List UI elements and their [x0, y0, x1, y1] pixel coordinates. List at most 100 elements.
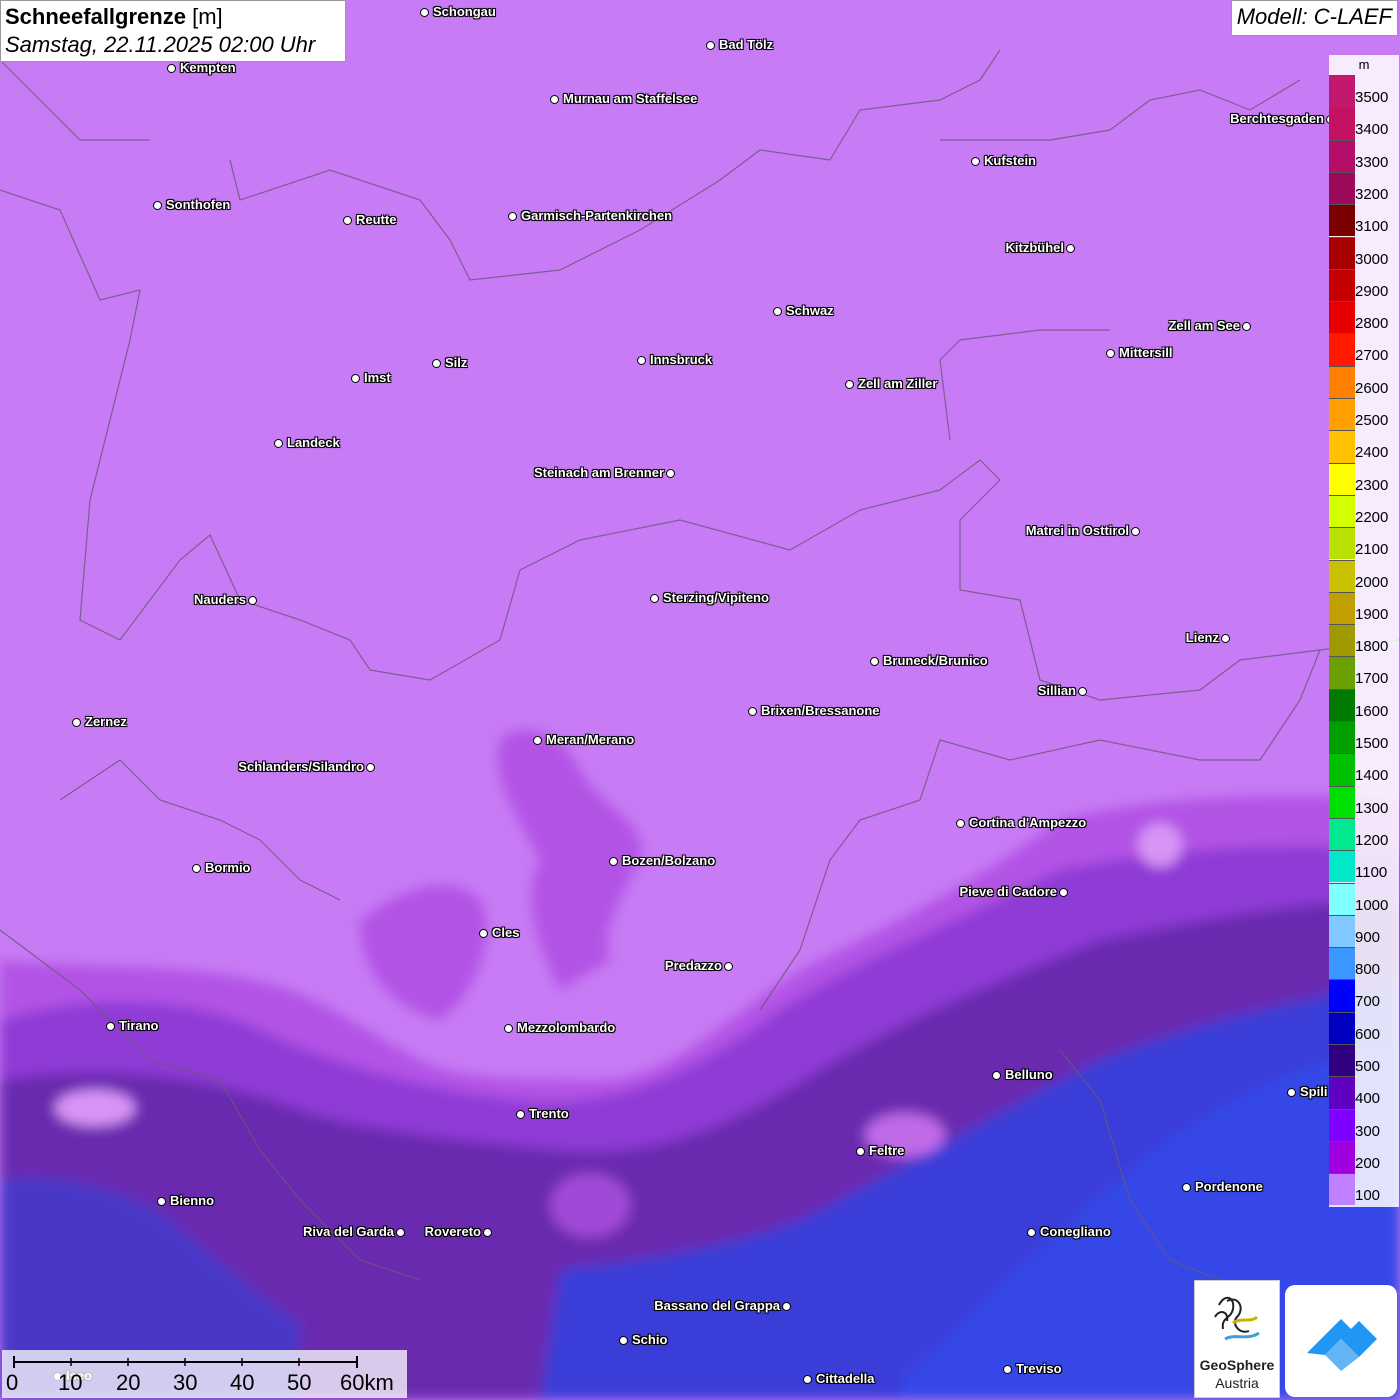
map-title-box: Schneefallgrenze [m] Samstag, 22.11.2025…	[0, 0, 346, 62]
city-label: Sillian	[1037, 683, 1076, 698]
legend-label: 2600	[1355, 379, 1389, 397]
legend-swatch	[1329, 817, 1355, 851]
city-label: Sterzing/Vipiteno	[663, 590, 769, 605]
city-label: Murnau am Staffelsee	[563, 91, 698, 106]
legend-swatch	[1329, 301, 1355, 334]
city-label: Treviso	[1016, 1361, 1062, 1376]
legend-swatch	[1329, 333, 1355, 366]
city-label: Rovereto	[424, 1224, 481, 1239]
city-marker	[773, 307, 782, 316]
legend-swatch	[1329, 365, 1355, 398]
legend-swatch	[1329, 688, 1355, 721]
city-marker	[856, 1147, 865, 1156]
legend-swatch	[1329, 1076, 1355, 1109]
legend-label: 3200	[1355, 185, 1389, 203]
city-marker	[366, 763, 375, 772]
legend-label: 2800	[1355, 315, 1389, 333]
city-marker	[650, 594, 659, 603]
legend-label: 1800	[1355, 638, 1389, 656]
legend-swatch	[1329, 1044, 1355, 1077]
city-label: Innsbruck	[650, 352, 713, 367]
color-legend: m 3500 3400 3300 3200 3100 3000 2900 2800 2700 26…	[1329, 55, 1399, 1207]
city-marker	[748, 707, 757, 716]
legend-label: 400	[1355, 1090, 1381, 1108]
city-marker	[845, 380, 854, 389]
legend-label: 900	[1355, 928, 1381, 946]
legend-label: 2700	[1355, 347, 1389, 365]
legend-label: 800	[1355, 961, 1381, 979]
legend-swatch	[1329, 947, 1355, 980]
city-label: Cles	[492, 925, 520, 940]
city-marker	[992, 1071, 1001, 1080]
city-label: Brixen/Bressanone	[761, 703, 880, 718]
legend-label: 2400	[1355, 444, 1389, 462]
weather-app-logo[interactable]	[1285, 1285, 1397, 1397]
legend-label: 1300	[1355, 799, 1389, 817]
legend-swatch	[1329, 914, 1355, 948]
legend-label: 2000	[1355, 573, 1389, 591]
legend-swatch	[1329, 1173, 1355, 1206]
city-marker	[483, 1228, 492, 1237]
legend-label: 100	[1355, 1187, 1381, 1205]
legend-bar: 3500 3400 3300 3200 3100 3000 2900 2800 2700 2600…	[1329, 75, 1388, 1206]
city-marker	[420, 8, 429, 17]
city-label: Berchtesgaden	[1230, 111, 1324, 126]
legend-swatch	[1329, 494, 1355, 528]
city-label: Zernez	[85, 714, 127, 729]
model-label: Modell: C-LAEF	[1230, 0, 1398, 36]
geosphere-logo-line2: Austria	[1215, 1375, 1259, 1391]
city-marker	[1287, 1088, 1296, 1097]
legend-swatch	[1329, 785, 1355, 818]
legend-label: 1500	[1355, 735, 1389, 752]
city-marker	[1003, 1365, 1012, 1374]
legend-swatch	[1329, 107, 1355, 140]
city-label: Imst	[364, 370, 391, 385]
legend-swatch	[1329, 75, 1355, 108]
city-marker	[1131, 527, 1140, 536]
city-marker	[870, 657, 879, 666]
city-label: Spili	[1300, 1084, 1328, 1099]
scale-bar-tick-label: 60km	[340, 1370, 394, 1395]
legend-swatch	[1329, 1140, 1355, 1174]
city-marker	[609, 857, 618, 866]
city-marker	[504, 1024, 513, 1033]
city-marker	[666, 469, 675, 478]
city-label: Schongau	[433, 4, 496, 19]
city-label: Meran/Merano	[546, 732, 635, 747]
city-label: Kitzbühel	[1005, 240, 1065, 255]
city-marker	[432, 359, 441, 368]
city-label: Tirano	[119, 1018, 159, 1033]
city-label: Kempten	[180, 60, 236, 75]
city-marker	[72, 718, 81, 727]
city-marker	[1182, 1183, 1191, 1192]
city-label: Belluno	[1005, 1067, 1053, 1082]
city-marker	[1221, 634, 1230, 643]
legend-swatch	[1329, 591, 1355, 625]
legend-label: 700	[1355, 993, 1381, 1011]
city-label: Cittadella	[816, 1371, 875, 1386]
scale-bar-tick-label: 50	[287, 1370, 312, 1395]
legend-label: 200	[1355, 1154, 1381, 1172]
legend-swatch	[1329, 527, 1355, 560]
geosphere-logo[interactable]: GeoSphere Austria	[1194, 1280, 1280, 1398]
legend-swatch	[1329, 850, 1355, 883]
legend-label: 2300	[1355, 476, 1389, 494]
city-marker	[782, 1302, 791, 1311]
scale-bar-tick-label: 30	[173, 1370, 198, 1395]
city-marker	[396, 1228, 405, 1237]
legend-label: 2900	[1355, 282, 1389, 300]
city-label: Reutte	[356, 212, 397, 227]
city-marker	[192, 864, 201, 873]
city-label: Bad Tölz	[719, 37, 774, 52]
legend-label: 3000	[1355, 250, 1389, 268]
legend-swatch	[1329, 1011, 1355, 1044]
city-marker	[619, 1336, 628, 1345]
legend-swatch	[1329, 753, 1355, 786]
city-marker	[1059, 888, 1068, 897]
snowline-map[interactable]: Schneefallgrenze [m] Samstag, 22.11.2025…	[0, 0, 1400, 1400]
legend-swatch	[1329, 236, 1355, 269]
legend-swatch	[1329, 462, 1355, 495]
city-marker	[637, 356, 646, 365]
legend-swatch	[1329, 1108, 1355, 1141]
legend-swatch	[1329, 656, 1355, 689]
